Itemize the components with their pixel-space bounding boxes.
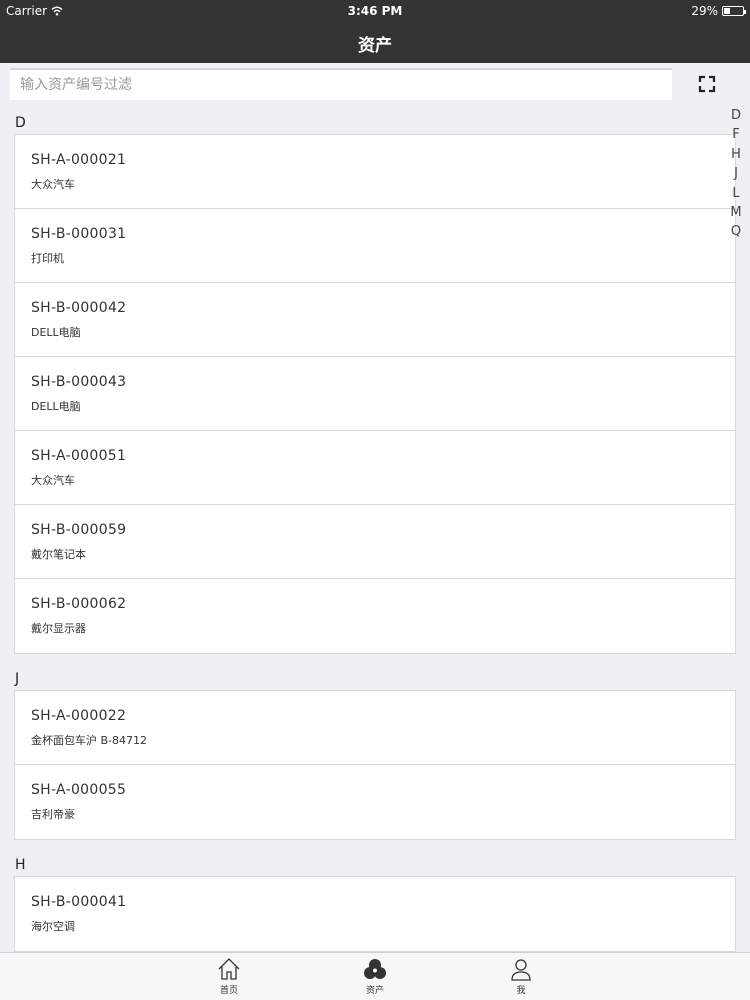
index-letter[interactable]: D [727, 108, 745, 127]
asset-code: SH-A-000022 [31, 708, 127, 724]
asset-code: SH-B-000059 [31, 522, 127, 538]
section-card: SH-B-000041 海尔空调 [14, 876, 736, 952]
navigation-bar: 资产 [0, 22, 750, 63]
page-title: 资产 [358, 36, 392, 56]
asset-code: SH-A-000021 [31, 152, 127, 168]
asset-row[interactable]: SH-B-000059 戴尔笔记本 [15, 505, 735, 579]
home-icon [218, 958, 240, 980]
asset-name: 海尔空调 [31, 920, 75, 933]
asset-code: SH-A-000051 [31, 448, 127, 464]
section-card: SH-A-000022 金杯面包车沪 B-84712 SH-A-000055 吉利帝豪 [14, 690, 736, 840]
asset-name: 吉利帝豪 [31, 808, 75, 821]
asset-name: 戴尔显示器 [31, 622, 86, 635]
person-icon [511, 959, 531, 981]
index-letter[interactable]: L [727, 186, 745, 205]
section-header: J [15, 671, 20, 687]
index-letter[interactable]: Q [727, 224, 745, 243]
asset-name: DELL电脑 [31, 400, 81, 413]
asset-name: DELL电脑 [31, 326, 81, 339]
asset-code: SH-B-000062 [31, 596, 127, 612]
asset-row[interactable]: SH-A-000022 金杯面包车沪 B-84712 [15, 691, 735, 765]
asset-code: SH-A-000055 [31, 782, 127, 798]
battery-icon [722, 6, 746, 16]
asset-row[interactable]: SH-B-000062 戴尔显示器 [15, 579, 735, 653]
asset-row[interactable]: SH-B-000042 DELL电脑 [15, 283, 735, 357]
asset-row[interactable]: SH-B-000031 打印机 [15, 209, 735, 283]
asset-name: 打印机 [31, 252, 64, 265]
asset-name: 金杯面包车沪 B-84712 [31, 734, 148, 747]
asset-row[interactable]: SH-A-000051 大众汽车 [15, 431, 735, 505]
tab-bar: 首页 资产 我 [0, 952, 750, 1000]
tab-me[interactable]: 我 [491, 957, 551, 996]
tab-home-label: 首页 [219, 986, 238, 996]
section-header: H [15, 857, 26, 873]
asset-code: SH-B-000043 [31, 374, 127, 390]
asset-code: SH-B-000031 [31, 226, 127, 242]
section-index[interactable]: DFHJLMQ [727, 108, 745, 244]
asset-row[interactable]: SH-A-000021 大众汽车 [15, 135, 735, 209]
index-letter[interactable]: F [727, 127, 745, 146]
tab-assets-label: 资产 [365, 986, 384, 996]
battery-status: 29% [691, 4, 746, 18]
tab-home[interactable]: 首页 [199, 957, 259, 996]
asset-list[interactable]: D SH-A-000021 大众汽车 SH-B-000031 打印机 SH-B-00004… [0, 104, 750, 952]
tab-assets[interactable]: 资产 [345, 957, 405, 996]
tab-me-label: 我 [516, 986, 526, 996]
asset-row[interactable]: SH-B-000041 海尔空调 [15, 877, 735, 951]
asset-code: SH-B-000041 [31, 894, 127, 910]
asset-code: SH-B-000042 [31, 300, 127, 316]
scan-icon[interactable] [696, 73, 718, 95]
asset-name: 大众汽车 [31, 178, 75, 191]
index-letter[interactable]: H [727, 147, 745, 166]
asset-name: 戴尔笔记本 [31, 548, 86, 561]
asset-row[interactable]: SH-A-000055 吉利帝豪 [15, 765, 735, 839]
index-letter[interactable]: M [727, 205, 745, 224]
index-letter[interactable]: J [727, 166, 745, 185]
status-bar: Carrier 3:46 PM 29% [0, 0, 750, 22]
asset-name: 大众汽车 [31, 474, 75, 487]
status-time: 3:46 PM [347, 4, 403, 18]
asset-row[interactable]: SH-B-000043 DELL电脑 [15, 357, 735, 431]
battery-percent: 29% [691, 4, 718, 18]
section-header: D [15, 115, 26, 131]
search-input[interactable] [10, 68, 672, 100]
assets-icon [364, 959, 386, 979]
search-area [0, 63, 750, 104]
section-card: SH-A-000021 大众汽车 SH-B-000031 打印机 SH-B-000042… [14, 134, 736, 654]
